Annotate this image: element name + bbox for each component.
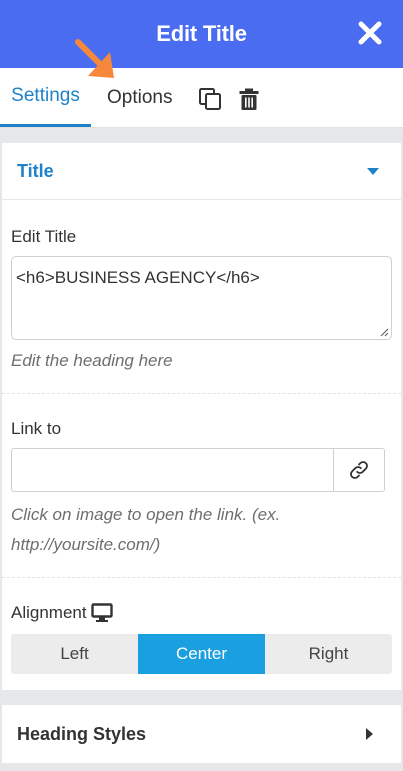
tab-bar: Settings Options (0, 68, 403, 128)
title-panel: Title Edit Title <h6>BUSINESS AGENCY</h6… (2, 143, 401, 690)
alignment-segmented-control: Left Center Right (11, 634, 392, 674)
link-input[interactable] (11, 448, 333, 492)
link-hint-line1: Click on image to open the link. (ex. (11, 505, 281, 524)
annotation-arrow (75, 39, 114, 78)
edit-title-textarea[interactable]: <h6>BUSINESS AGENCY</h6> (11, 256, 392, 340)
divider (2, 393, 401, 394)
heading-styles-panel[interactable]: Heading Styles (2, 705, 401, 763)
link-icon (350, 461, 368, 479)
align-center-button[interactable]: Center (138, 634, 265, 674)
chevron-right-icon (366, 728, 373, 740)
heading-styles-heading: Heading Styles (17, 723, 147, 744)
edit-title-hint: Edit the heading here (11, 351, 173, 370)
alignment-label-text: Alignment (11, 603, 87, 622)
link-hint-line2: http://yoursite.com/) (11, 535, 161, 554)
edit-title-value: <h6>BUSINESS AGENCY</h6> (16, 268, 260, 287)
resize-handle-icon[interactable] (379, 327, 389, 337)
panel-header: Edit Title (0, 0, 403, 68)
desktop-icon[interactable] (90, 603, 113, 623)
edit-title-label: Edit Title (11, 227, 77, 246)
title-panel-header[interactable]: Title (2, 143, 401, 200)
divider (2, 577, 401, 578)
close-icon[interactable] (356, 19, 384, 47)
header-title: Edit Title (156, 21, 247, 46)
align-left-button[interactable]: Left (11, 634, 138, 674)
link-button[interactable] (333, 448, 385, 492)
copy-icon[interactable] (198, 87, 222, 111)
chevron-down-icon (367, 167, 379, 175)
alignment-label: Alignment (11, 603, 113, 623)
trash-icon[interactable] (237, 87, 261, 111)
link-to-label: Link to (11, 419, 62, 438)
title-panel-heading: Title (17, 160, 54, 181)
align-right-button[interactable]: Right (265, 634, 392, 674)
